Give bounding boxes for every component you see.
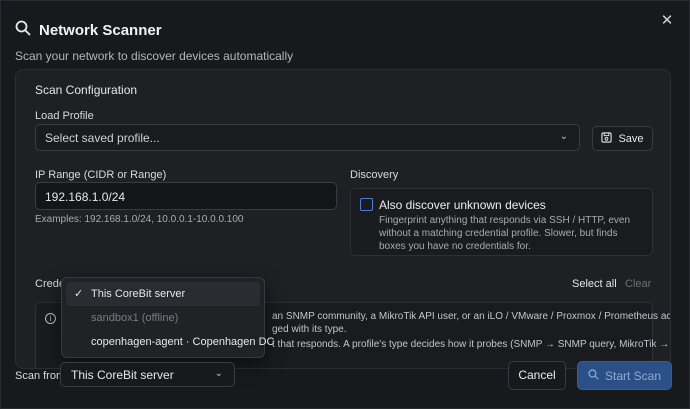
start-scan-button[interactable]: Start Scan — [577, 361, 672, 390]
save-label: Save — [618, 132, 644, 145]
save-icon — [601, 131, 613, 146]
dialog-title: Network Scanner — [39, 22, 162, 39]
cancel-button[interactable]: Cancel — [508, 361, 566, 390]
discover-unknown-description: Fingerprint anything that responds via S… — [379, 215, 631, 252]
discover-unknown-title: Also discover unknown devices — [379, 198, 546, 212]
option-label: copenhagen-agent · Copenhagen DC — [91, 336, 275, 348]
ip-range-label: IP Range (CIDR or Range) — [35, 169, 167, 181]
ip-range-examples: Examples: 192.168.1.0/24, 10.0.0.1-10.0.… — [35, 214, 244, 225]
option-label: sandbox1 (offline) — [91, 312, 179, 324]
check-icon: ✓ — [74, 288, 84, 300]
save-profile-button[interactable]: Save — [592, 126, 653, 151]
section-title: Scan Configuration — [35, 83, 138, 97]
discover-unknown-checkbox[interactable] — [360, 198, 373, 211]
discovery-label: Discovery — [350, 169, 399, 181]
info-text-line: ged with its type. — [272, 324, 347, 335]
clear-button[interactable]: Clear — [625, 278, 651, 290]
chevron-down-icon: ⌄ — [559, 131, 568, 142]
chevron-down-icon: ⌄ — [214, 368, 223, 379]
dialog-subtitle: Scan your network to discover devices au… — [15, 49, 294, 63]
start-scan-label: Start Scan — [604, 368, 662, 383]
scan-from-dropdown-menu: ✓ This CoreBit server sandbox1 (offline)… — [61, 277, 274, 358]
load-profile-placeholder: Select saved profile... — [45, 131, 160, 145]
dropdown-option-sandbox1: sandbox1 (offline) — [66, 306, 260, 330]
scan-from-label: Scan from — [15, 370, 66, 382]
dialog-header: Network Scanner Scan your network to dis… — [15, 20, 293, 63]
info-text-line: an SNMP community, a MikroTik API user, … — [272, 311, 671, 322]
close-icon[interactable]: ✕ — [659, 13, 675, 29]
search-icon — [588, 368, 599, 383]
network-scanner-dialog: ✕ Network Scanner Scan your network to d… — [0, 0, 690, 409]
dropdown-option-corebit-server[interactable]: ✓ This CoreBit server — [66, 282, 260, 306]
scan-from-select[interactable]: This CoreBit server ⌄ — [60, 362, 235, 387]
load-profile-label: Load Profile — [35, 110, 94, 122]
info-icon: i — [45, 313, 56, 324]
search-icon — [15, 20, 31, 41]
discover-unknown-option[interactable]: Also discover unknown devices Fingerprin… — [350, 188, 653, 256]
load-profile-select[interactable]: Select saved profile... ⌄ — [35, 124, 580, 151]
ip-range-input[interactable]: 192.168.1.0/24 — [35, 182, 337, 210]
scan-from-value: This CoreBit server — [71, 368, 174, 382]
ip-range-value: 192.168.1.0/24 — [45, 190, 126, 204]
select-all-button[interactable]: Select all — [572, 278, 617, 290]
info-text-line: t that responds. A profile's type decide… — [272, 339, 670, 350]
option-label: This CoreBit server — [91, 288, 186, 300]
dropdown-option-copenhagen-agent[interactable]: copenhagen-agent · Copenhagen DC — [66, 330, 274, 354]
